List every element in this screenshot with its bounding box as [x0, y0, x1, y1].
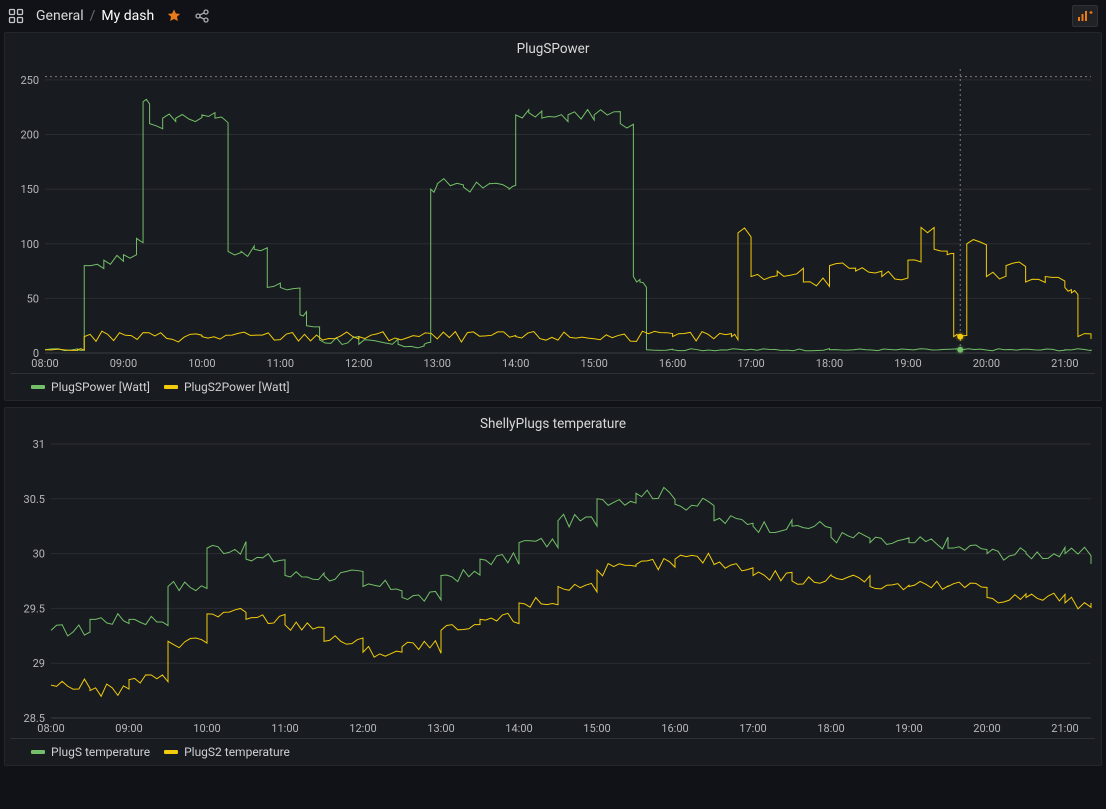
svg-text:30: 30: [33, 548, 45, 561]
svg-text:15:00: 15:00: [583, 722, 610, 735]
legend-swatch-icon: [164, 750, 178, 754]
svg-text:08:00: 08:00: [37, 722, 64, 735]
svg-text:30.5: 30.5: [24, 493, 45, 506]
topbar: General / My dash: [0, 0, 1106, 32]
svg-text:17:00: 17:00: [739, 722, 766, 735]
svg-text:31: 31: [33, 438, 45, 451]
svg-text:11:00: 11:00: [271, 722, 298, 735]
breadcrumb-folder[interactable]: General: [36, 8, 84, 24]
favorite-star-icon[interactable]: [166, 8, 182, 24]
svg-text:19:00: 19:00: [895, 722, 922, 735]
svg-text:12:00: 12:00: [349, 722, 376, 735]
legend-item[interactable]: PlugSPower [Watt]: [31, 380, 150, 394]
svg-text:09:00: 09:00: [115, 722, 142, 735]
svg-text:18:00: 18:00: [816, 357, 843, 370]
svg-text:11:00: 11:00: [267, 357, 294, 370]
svg-text:29: 29: [33, 657, 45, 670]
svg-text:08:00: 08:00: [31, 357, 58, 370]
legend-item[interactable]: PlugS2Power [Watt]: [164, 380, 290, 394]
svg-text:10:00: 10:00: [188, 357, 215, 370]
svg-text:16:00: 16:00: [659, 357, 686, 370]
svg-text:21:00: 21:00: [1051, 722, 1078, 735]
share-icon[interactable]: [194, 8, 210, 24]
svg-text:14:00: 14:00: [502, 357, 529, 370]
legend-label: PlugS temperature: [51, 745, 150, 759]
breadcrumb: General / My dash: [36, 8, 154, 24]
svg-text:13:00: 13:00: [427, 722, 454, 735]
legend-swatch-icon: [164, 385, 178, 389]
svg-text:200: 200: [20, 129, 39, 142]
legend-temperature: PlugS temperature PlugS2 temperature: [11, 739, 1095, 759]
svg-text:150: 150: [20, 183, 39, 196]
svg-text:100: 100: [20, 238, 39, 251]
svg-text:21:00: 21:00: [1051, 357, 1078, 370]
legend-swatch-icon: [31, 750, 45, 754]
svg-text:15:00: 15:00: [580, 357, 607, 370]
legend-label: PlugS2Power [Watt]: [184, 380, 290, 394]
panels: PlugSPower 05010015020025008:0009:0010:0…: [0, 32, 1106, 766]
svg-text:12:00: 12:00: [345, 357, 372, 370]
svg-text:17:00: 17:00: [737, 357, 764, 370]
svg-text:14:00: 14:00: [505, 722, 532, 735]
svg-text:20:00: 20:00: [973, 357, 1000, 370]
svg-text:20:00: 20:00: [973, 722, 1000, 735]
breadcrumb-dashboard[interactable]: My dash: [101, 8, 154, 24]
legend-power: PlugSPower [Watt] PlugS2Power [Watt]: [11, 374, 1095, 394]
add-panel-button[interactable]: [1072, 5, 1098, 27]
panel-power: PlugSPower 05010015020025008:0009:0010:0…: [4, 32, 1102, 401]
panel-title[interactable]: ShellyPlugs temperature: [11, 412, 1095, 438]
svg-text:10:00: 10:00: [193, 722, 220, 735]
chart-power[interactable]: 05010015020025008:0009:0010:0011:0012:00…: [11, 63, 1095, 374]
svg-text:09:00: 09:00: [110, 357, 137, 370]
panel-title[interactable]: PlugSPower: [11, 37, 1095, 63]
dashboard-grid-icon[interactable]: [8, 8, 24, 24]
legend-label: PlugS2 temperature: [184, 745, 290, 759]
svg-text:50: 50: [27, 292, 39, 305]
legend-item[interactable]: PlugS2 temperature: [164, 745, 290, 759]
svg-text:29.5: 29.5: [24, 602, 45, 615]
svg-text:18:00: 18:00: [817, 722, 844, 735]
legend-label: PlugSPower [Watt]: [51, 380, 150, 394]
panel-temperature: ShellyPlugs temperature 28.52929.53030.5…: [4, 407, 1102, 766]
svg-text:13:00: 13:00: [424, 357, 451, 370]
legend-item[interactable]: PlugS temperature: [31, 745, 150, 759]
svg-text:16:00: 16:00: [661, 722, 688, 735]
svg-text:250: 250: [20, 74, 39, 87]
breadcrumb-separator: /: [90, 8, 96, 24]
chart-temperature[interactable]: 28.52929.53030.53108:0009:0010:0011:0012…: [11, 438, 1095, 739]
svg-text:19:00: 19:00: [894, 357, 921, 370]
legend-swatch-icon: [31, 385, 45, 389]
